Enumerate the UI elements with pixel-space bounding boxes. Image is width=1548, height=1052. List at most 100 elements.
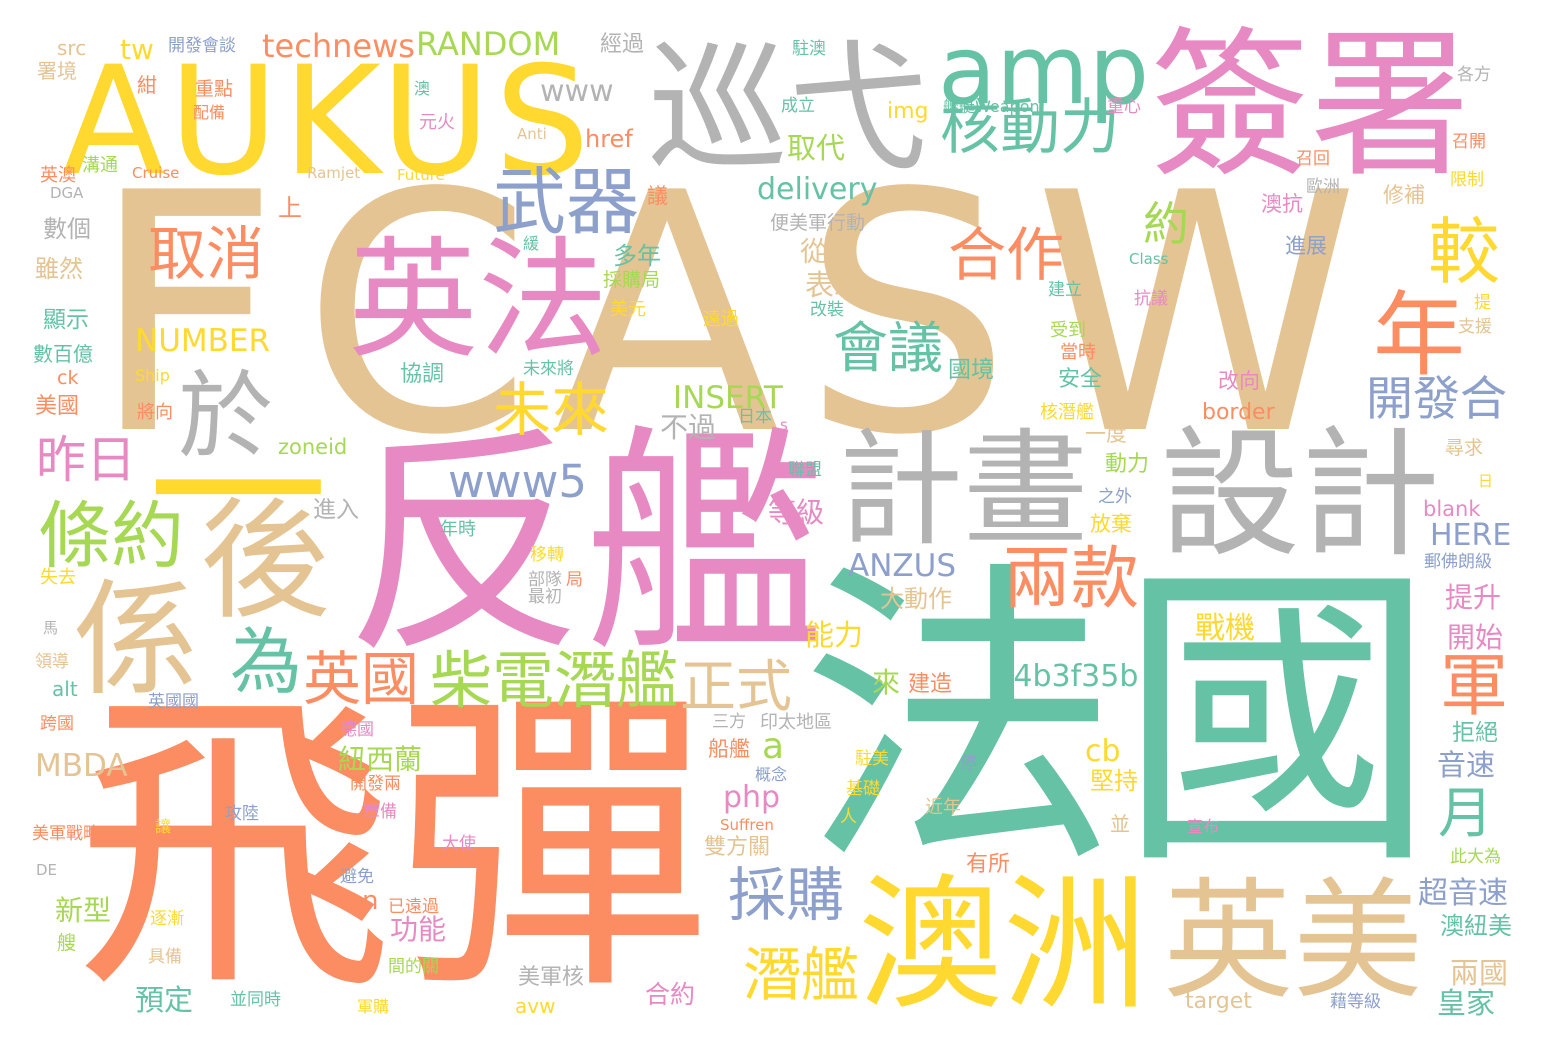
word: 會議 [833,316,944,380]
word: INSERT [673,380,783,416]
word: 皇家 [1437,986,1496,1020]
word: blank [1423,497,1481,521]
word: 三方 [712,712,746,732]
word: 動力 [1105,452,1150,477]
word: 取消 [148,220,265,288]
word: 進展 [1285,234,1327,258]
word: 軍備 [363,802,397,822]
word: 從 [800,237,827,268]
word: 重心 [1107,97,1141,117]
word: 署境 [37,59,77,83]
word: 逐漸 [150,909,184,929]
word: s [780,416,788,434]
word: alt [52,677,78,701]
word: 大使 [442,834,476,854]
word: 藉等級 [1330,992,1381,1012]
word: 有所 [966,852,1011,877]
word: 日 [1478,472,1494,490]
word: 表示 [805,268,864,302]
word: 放棄 [1090,512,1132,536]
word: 取代 [787,131,846,165]
word: 失去 [40,567,76,588]
word: 開發合 [1366,372,1507,427]
word: 並同時 [230,990,281,1010]
word: 正式 [680,655,792,720]
word: 英美 [1163,865,1424,1017]
word: 船艦 [708,737,750,761]
word: 採購局 [603,269,661,291]
word: 歐洲 [1306,177,1340,197]
word: 月 [1438,781,1494,845]
word: 數百億 [33,342,93,366]
word: avw [515,994,556,1018]
word: technews [262,27,415,65]
word: 顯示 [43,307,89,333]
word: 多年 [613,242,661,270]
word: border [1202,400,1275,425]
word: 受到 [1050,320,1086,341]
word: 將向 [137,402,173,423]
word: 美軍核 [518,965,585,990]
word: 移轉 [530,545,564,565]
word: 基礎 [846,779,880,799]
word: 聯盟 [788,460,822,480]
word: 遠過 [703,309,739,330]
word: 避免 [340,867,374,887]
word: 成立 [781,96,815,116]
word: 美國 [35,394,80,419]
word: zoneid [278,435,348,459]
word: 駐美 [855,749,889,769]
word: 於 [178,362,274,472]
word: 當時 [1060,342,1096,363]
word: 改向 [1218,369,1260,393]
word: DE [36,861,58,879]
word: 戰機 [1195,611,1255,646]
word: 各方 [1457,65,1491,85]
word: 宣布 [1187,817,1220,836]
word: 議 [647,184,668,208]
word: MBDA [35,748,128,784]
word: 停 [960,754,977,774]
word: 澳洲 [858,861,1148,1030]
word: 條約 [38,494,184,579]
word: 建造 [908,672,953,697]
word: 跨國 [40,714,74,734]
word: 間的關 [388,957,439,977]
word: 大動作 [880,585,952,613]
word: HERE [1430,518,1512,553]
word: 駐澳 [792,39,826,59]
word: 超音速 [1418,876,1508,911]
word-cloud: FCASW 反艦 飛彈 法國 巡弋 簽署 AUKUS amp 英法 武器 核動力 計畫 設計 澳洲 英美係後… [0,0,1548,1052]
word: 來 [872,666,901,699]
word: 修補 [1383,183,1425,207]
word: 攻陸 [225,804,259,824]
word: tw [120,33,154,66]
word: 新型 [55,894,112,927]
word: 潛艦 [743,941,860,1009]
word: 雙方關 [704,835,771,860]
word: 召開 [1452,132,1486,152]
word: 合約 [645,980,696,1009]
word: 此大為 [1450,847,1501,867]
word: 英國國 [148,692,199,712]
word: Anti [517,125,547,143]
word: 約 [1143,197,1189,251]
word: 人 [840,807,857,827]
word: a4b3f35b [995,659,1139,694]
word: 限制 [1450,170,1484,190]
word: 尋求 [1445,437,1484,459]
word: 合作 [948,221,1065,289]
word: php [723,780,781,815]
word: 年時 [440,519,476,540]
word: 較 [1428,210,1501,294]
word: 數個 [43,215,91,243]
word: 進入 [313,497,359,523]
word: 領導 [35,652,69,672]
word: 未來將 [523,359,574,379]
word: 安全 [1058,367,1103,392]
word: 開發會談 [168,36,236,56]
word: DGA [50,184,84,202]
word: 雖然 [35,255,83,283]
word: 並 [1110,812,1130,836]
word: 近年 [925,797,961,818]
